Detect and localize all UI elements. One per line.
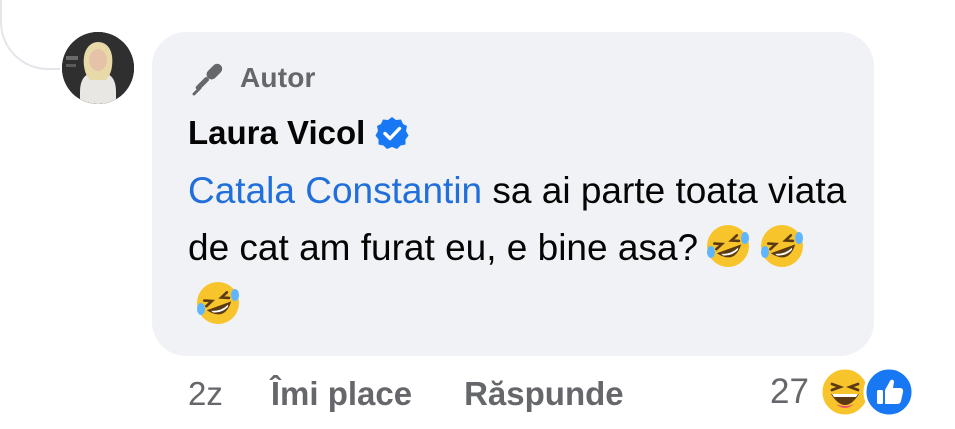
microphone-icon xyxy=(192,63,223,96)
verified-badge-icon xyxy=(375,117,409,149)
author-row: Laura Vicol xyxy=(188,110,409,156)
rofl-emoji-icon xyxy=(197,282,239,324)
comment-timestamp[interactable]: 2z xyxy=(188,375,223,413)
comment-actions: 2z Îmi place Răspunde xyxy=(188,366,624,422)
comment-text: Catala Constantin sa ai parte toata viat… xyxy=(188,162,858,333)
mention-link[interactable]: Catala Constantin xyxy=(188,170,482,211)
reaction-icons xyxy=(819,364,919,420)
rofl-emoji-icon xyxy=(761,225,804,267)
rofl-emoji-icon xyxy=(707,225,750,267)
avatar-photo xyxy=(62,32,134,104)
reply-button[interactable]: Răspunde xyxy=(464,375,624,413)
author-role-badge: Autor xyxy=(188,58,316,98)
like-reaction-icon xyxy=(863,366,915,418)
author-name[interactable]: Laura Vicol xyxy=(188,114,365,152)
reaction-count: 27 xyxy=(770,372,809,411)
avatar[interactable] xyxy=(62,32,134,104)
like-button[interactable]: Îmi place xyxy=(271,375,412,413)
reaction-summary[interactable]: 27 xyxy=(770,364,919,420)
role-label: Autor xyxy=(240,62,316,93)
thread-connector-line xyxy=(0,0,60,70)
